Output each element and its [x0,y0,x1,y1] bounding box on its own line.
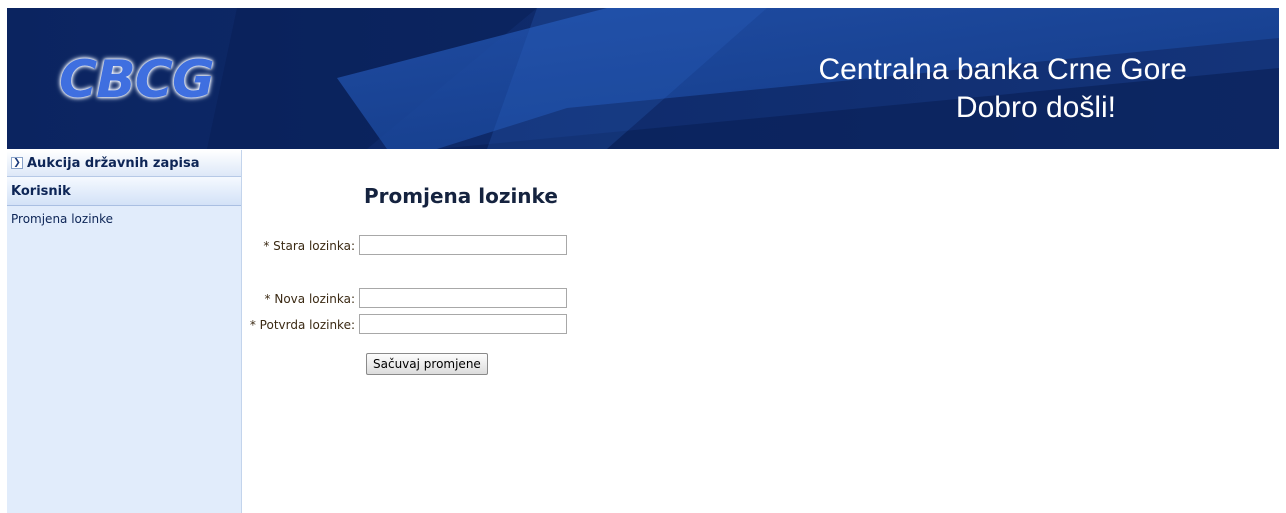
new-password-input[interactable] [359,288,567,308]
confirm-password-label: * Potvrda lozinke: [249,318,355,332]
sidebar-section-aukcija[interactable]: ❯ Aukcija državnih zapisa [7,150,241,177]
bank-title: Centralna banka Crne Gore [818,53,1187,86]
new-password-label: * Nova lozinka: [264,292,355,306]
sidebar-section-korisnik: Korisnik [7,177,241,206]
page-title: Promjena lozinke [364,184,558,208]
sidebar-section-label: Korisnik [11,183,71,199]
sidebar-section-label: Aukcija državnih zapisa [27,155,200,171]
sidebar-item-promjena-lozinke[interactable]: Promjena lozinke [7,206,241,226]
header-banner: CBCG Centralna banka Crne Gore Dobro doš… [7,8,1279,149]
old-password-input[interactable] [359,235,567,255]
cbcg-logo: CBCG [59,50,215,110]
save-changes-button[interactable]: Sačuvaj promjene [366,353,488,375]
old-password-label: * Stara lozinka: [263,239,355,253]
chevron-right-icon[interactable]: ❯ [11,157,23,169]
confirm-password-input[interactable] [359,314,567,334]
welcome-text: Dobro došli! [955,91,1116,124]
